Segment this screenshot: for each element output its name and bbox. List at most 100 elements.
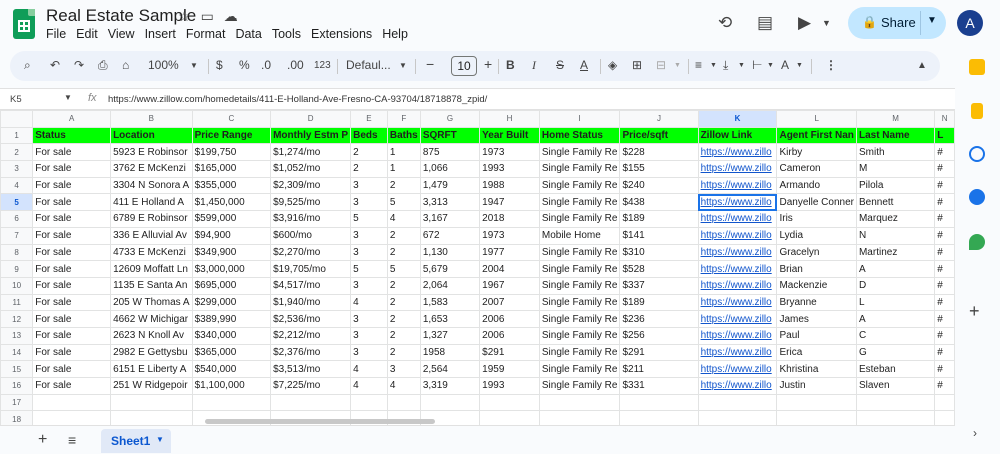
- cell[interactable]: Cameron: [776, 160, 857, 178]
- cell[interactable]: 3: [350, 343, 388, 362]
- cell[interactable]: [350, 393, 388, 412]
- spreadsheet-grid[interactable]: ABCDEFGHIJKLMN 1 Status Location Price Rang…: [0, 110, 955, 425]
- cell[interactable]: 4: [350, 293, 388, 312]
- cell[interactable]: [538, 393, 621, 412]
- cell[interactable]: #: [934, 310, 955, 328]
- cell[interactable]: Bryanne: [776, 293, 857, 312]
- cell[interactable]: $365,000: [191, 343, 272, 362]
- cell[interactable]: $299,000: [191, 293, 272, 312]
- cell[interactable]: Marquez: [855, 210, 936, 228]
- cell[interactable]: C: [855, 326, 936, 345]
- row-header[interactable]: 7: [0, 226, 34, 245]
- row-header[interactable]: 14: [0, 343, 34, 362]
- cell[interactable]: #: [934, 260, 955, 278]
- row-header[interactable]: 4: [0, 176, 34, 195]
- cell[interactable]: L: [934, 126, 955, 145]
- cell[interactable]: Year Built: [479, 126, 540, 145]
- cell[interactable]: M: [855, 160, 936, 178]
- print-icon[interactable]: ⎙: [98, 58, 108, 73]
- cell[interactable]: Smith: [855, 143, 936, 162]
- keep-icon[interactable]: [971, 103, 983, 119]
- cloud-status-icon[interactable]: ☁: [224, 8, 238, 25]
- row-header[interactable]: 8: [0, 243, 34, 262]
- chevron-down-icon[interactable]: ▼: [156, 435, 164, 444]
- chevron-down-icon[interactable]: ▼: [399, 61, 407, 70]
- cell[interactable]: $599,000: [191, 210, 272, 228]
- row-header[interactable]: 1: [0, 126, 34, 145]
- column-header[interactable]: J: [619, 110, 699, 128]
- cell[interactable]: 4: [350, 360, 388, 378]
- cell[interactable]: 205 W Thomas A: [110, 293, 193, 312]
- cell[interactable]: $155: [619, 160, 699, 178]
- cell[interactable]: $165,000: [191, 160, 272, 178]
- row-header[interactable]: 3: [0, 160, 34, 178]
- chevron-down-icon[interactable]: ▼: [710, 62, 717, 69]
- cell[interactable]: Price/sqft: [619, 126, 699, 145]
- row-header[interactable]: 13: [0, 326, 34, 345]
- cell[interactable]: [479, 393, 540, 412]
- cell[interactable]: L: [855, 293, 936, 312]
- menu-item-extensions[interactable]: Extensions: [311, 27, 377, 41]
- cell[interactable]: 3: [350, 193, 388, 212]
- row-header[interactable]: 10: [0, 276, 34, 295]
- cell[interactable]: Status: [32, 126, 112, 145]
- cell[interactable]: 3762 E McKenzi: [110, 160, 193, 178]
- cell[interactable]: $528: [619, 260, 699, 278]
- maps-icon[interactable]: [969, 234, 985, 250]
- cell[interactable]: For sale: [32, 260, 112, 278]
- cell[interactable]: 251 W Ridgepoir: [110, 377, 193, 395]
- cell[interactable]: #: [934, 377, 955, 395]
- cell[interactable]: Single Family Re: [538, 326, 621, 345]
- cell[interactable]: 3,313: [419, 193, 481, 212]
- cell[interactable]: 2: [386, 310, 421, 328]
- cell[interactable]: G: [855, 343, 936, 362]
- cell[interactable]: Pilola: [855, 176, 936, 195]
- cell[interactable]: $9,525/mo: [270, 193, 352, 212]
- cell[interactable]: $19,705/mo: [270, 260, 352, 278]
- cell[interactable]: For sale: [32, 160, 112, 178]
- cell-table[interactable]: ABCDEFGHIJKLMN 1 Status Location Price Rang…: [0, 110, 955, 425]
- percent-format-button[interactable]: %: [239, 58, 250, 72]
- cell[interactable]: [110, 393, 193, 412]
- cell[interactable]: 6151 E Liberty A: [110, 360, 193, 378]
- cell[interactable]: [855, 393, 936, 412]
- cell[interactable]: 1993: [479, 160, 540, 178]
- cell[interactable]: [479, 410, 540, 425]
- cell[interactable]: 672: [419, 226, 481, 245]
- column-header[interactable]: B: [110, 110, 193, 128]
- cell[interactable]: [697, 393, 778, 412]
- cell[interactable]: For sale: [32, 377, 112, 395]
- cell[interactable]: Single Family Re: [538, 143, 621, 162]
- decrease-decimal-button[interactable]: .0: [261, 58, 271, 72]
- chevron-down-icon[interactable]: ▼: [190, 61, 198, 70]
- text-wrapping-icon[interactable]: ⊢: [752, 58, 762, 72]
- star-icon[interactable]: ☆: [178, 8, 191, 25]
- menu-item-view[interactable]: View: [108, 27, 140, 41]
- cell[interactable]: $2,309/mo: [270, 176, 352, 195]
- chevron-down-icon[interactable]: ▼: [64, 93, 72, 102]
- avatar[interactable]: A: [957, 10, 983, 36]
- cell[interactable]: $3,513/mo: [270, 360, 352, 378]
- cell[interactable]: Armando: [776, 176, 857, 195]
- text-color-button[interactable]: A: [580, 58, 588, 72]
- cell[interactable]: $199,750: [191, 143, 272, 162]
- cell[interactable]: Gracelyn: [776, 243, 857, 262]
- cell[interactable]: SQRFT: [419, 126, 481, 145]
- cell[interactable]: [32, 410, 112, 425]
- cell[interactable]: 2: [386, 293, 421, 312]
- cell[interactable]: 3: [350, 226, 388, 245]
- cell[interactable]: $3,916/mo: [270, 210, 352, 228]
- row-header[interactable]: 16: [0, 377, 34, 395]
- cell[interactable]: For sale: [32, 176, 112, 195]
- cell[interactable]: For sale: [32, 243, 112, 262]
- column-header[interactable]: C: [191, 110, 272, 128]
- cell[interactable]: For sale: [32, 360, 112, 378]
- cell[interactable]: $2,270/mo: [270, 243, 352, 262]
- column-header[interactable]: K: [697, 110, 778, 128]
- italic-button[interactable]: I: [532, 58, 536, 73]
- cell[interactable]: For sale: [32, 226, 112, 245]
- cell[interactable]: D: [855, 276, 936, 295]
- cell[interactable]: 1,327: [419, 326, 481, 345]
- cell[interactable]: $310: [619, 243, 699, 262]
- cell[interactable]: [419, 393, 481, 412]
